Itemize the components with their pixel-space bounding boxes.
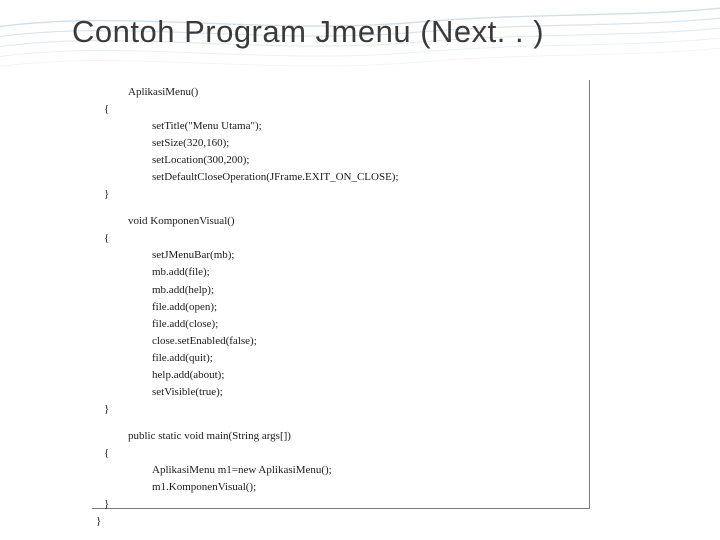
code-line: public static void main(String args[]) bbox=[104, 428, 577, 445]
code-line: { bbox=[104, 230, 577, 247]
code-line: { bbox=[104, 445, 577, 462]
code-line: help.add(about); bbox=[104, 367, 577, 384]
code-block: AplikasiMenu() { setTitle("Menu Utama");… bbox=[92, 80, 589, 536]
code-line: mb.add(file); bbox=[104, 264, 577, 281]
code-line: m1.KomponenVisual(); bbox=[104, 479, 577, 496]
code-line: } bbox=[104, 401, 577, 418]
code-line: AplikasiMenu m1=new AplikasiMenu(); bbox=[104, 462, 577, 479]
code-line: AplikasiMenu() bbox=[104, 84, 577, 101]
code-line: close.setEnabled(false); bbox=[104, 333, 577, 350]
code-line: file.add(close); bbox=[104, 316, 577, 333]
code-line: file.add(open); bbox=[104, 299, 577, 316]
code-line: { bbox=[104, 101, 577, 118]
code-line: } bbox=[104, 496, 577, 513]
code-line: setVisible(true); bbox=[104, 384, 577, 401]
code-line: } bbox=[104, 186, 577, 203]
code-line: } bbox=[96, 513, 577, 530]
blank-line bbox=[104, 418, 577, 428]
code-line: void KomponenVisual() bbox=[104, 213, 577, 230]
code-line: mb.add(help); bbox=[104, 282, 577, 299]
code-line: file.add(quit); bbox=[104, 350, 577, 367]
code-line: setTitle("Menu Utama"); bbox=[104, 118, 577, 135]
code-line: setSize(320,160); bbox=[104, 135, 577, 152]
blank-line bbox=[104, 203, 577, 213]
code-container: AplikasiMenu() { setTitle("Menu Utama");… bbox=[92, 80, 590, 509]
slide-title: Contoh Program Jmenu (Next. . ) bbox=[72, 14, 544, 50]
code-line: setDefaultCloseOperation(JFrame.EXIT_ON_… bbox=[104, 169, 577, 186]
code-line: setLocation(300,200); bbox=[104, 152, 577, 169]
code-line: setJMenuBar(mb); bbox=[104, 247, 577, 264]
